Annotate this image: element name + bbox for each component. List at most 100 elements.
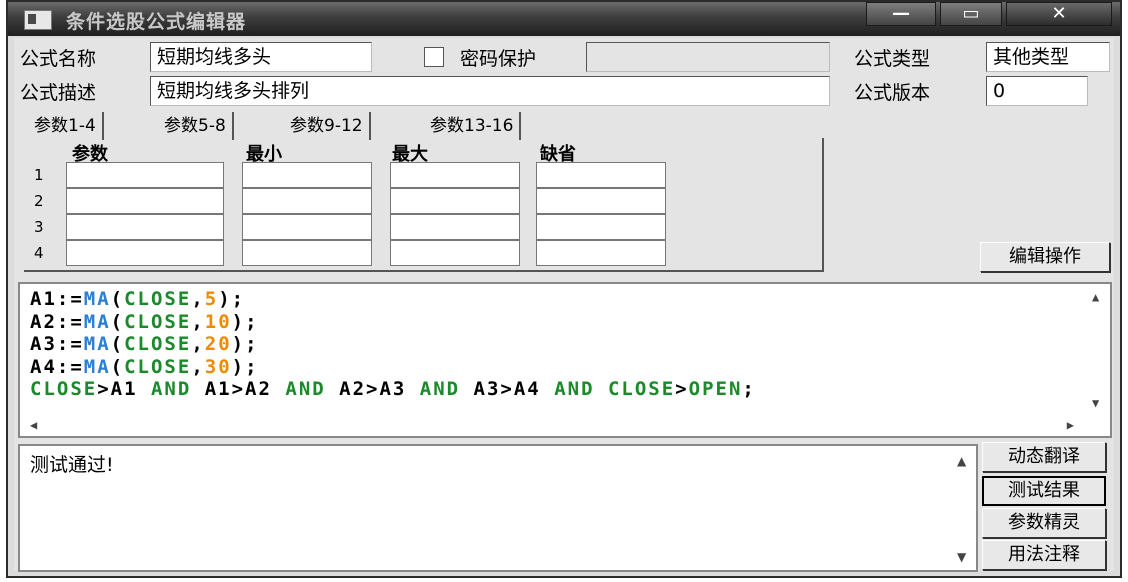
editor-horizontal-scrollbar[interactable]: ◀ ▶ bbox=[20, 414, 1084, 436]
tab-params-5-8[interactable]: 参数5-8 bbox=[158, 112, 234, 140]
minimize-button[interactable]: — bbox=[866, 2, 936, 26]
code-line[interactable]: A2:=MA(CLOSE,10); bbox=[30, 311, 756, 334]
code-token-keyword: CLOSE bbox=[124, 288, 192, 310]
formula-desc-label: 公式描述 bbox=[20, 82, 97, 104]
code-token-default: ); bbox=[231, 333, 259, 355]
test-result-button[interactable]: 测试结果 bbox=[982, 476, 1106, 506]
param-name-cell-4[interactable] bbox=[66, 240, 224, 266]
code-token-default: > bbox=[675, 378, 689, 400]
param-default-cell-1[interactable] bbox=[536, 162, 666, 188]
password-protect-checkbox[interactable] bbox=[424, 47, 444, 67]
password-protect-label: 密码保护 bbox=[460, 48, 537, 70]
code-token-function: MA bbox=[83, 355, 111, 378]
code-token-default: A1>A2 bbox=[191, 378, 286, 400]
editor-vertical-scrollbar[interactable]: ▲ ▼ bbox=[1084, 284, 1110, 414]
code-token-default: ); bbox=[231, 310, 259, 333]
window-title: 条件选股公式编辑器 bbox=[66, 11, 247, 33]
dynamic-translate-button[interactable]: 动态翻译 bbox=[982, 442, 1106, 472]
code-token-number: 10 bbox=[204, 310, 232, 333]
code-token-number: 30 bbox=[204, 355, 232, 378]
code-token-keyword: AND bbox=[554, 378, 595, 400]
code-token-keyword: AND bbox=[150, 378, 192, 400]
code-token-default: , bbox=[191, 288, 205, 310]
tab-params-1-4[interactable]: 参数1-4 bbox=[28, 112, 104, 140]
code-line[interactable]: CLOSE>A1 AND A1>A2 AND A2>A3 AND A3>A4 A… bbox=[30, 378, 756, 401]
code-token-keyword: CLOSE bbox=[124, 310, 192, 333]
code-token-default: ; bbox=[742, 378, 756, 400]
code-text[interactable]: A1:=MA(CLOSE,5); A2:=MA(CLOSE,10); A3:=MA(… bbox=[30, 288, 756, 401]
code-token-default: A2>A3 bbox=[325, 378, 420, 400]
code-token-default: ); bbox=[231, 355, 259, 378]
row-number: 4 bbox=[34, 244, 44, 262]
scroll-right-icon[interactable]: ▶ bbox=[1067, 418, 1074, 432]
code-line[interactable]: A4:=MA(CLOSE,30); bbox=[30, 356, 756, 379]
formula-code-editor[interactable]: A1:=MA(CLOSE,5); A2:=MA(CLOSE,10); A3:=MA(… bbox=[18, 282, 1112, 438]
param-name-cell-1[interactable] bbox=[66, 162, 224, 188]
param-name-cell-2[interactable] bbox=[66, 188, 224, 214]
param-name-cell-3[interactable] bbox=[66, 214, 224, 240]
param-default-cell-3[interactable] bbox=[536, 214, 666, 240]
code-token-keyword: CLOSE bbox=[30, 378, 98, 400]
param-max-cell-4[interactable] bbox=[390, 240, 520, 266]
code-line[interactable]: A3:=MA(CLOSE,20); bbox=[30, 333, 756, 356]
code-token-default: ( bbox=[110, 288, 125, 310]
close-button[interactable]: ✕ bbox=[1006, 2, 1112, 26]
formula-type-label: 公式类型 bbox=[854, 48, 931, 70]
param-default-cell-4[interactable] bbox=[536, 240, 666, 266]
param-max-cell-1[interactable] bbox=[390, 162, 520, 188]
usage-notes-button[interactable]: 用法注释 bbox=[982, 540, 1106, 570]
row-number: 1 bbox=[34, 166, 44, 184]
formula-type-select[interactable]: 其他类型 bbox=[986, 42, 1110, 72]
tab-params-13-16[interactable]: 参数13-16 bbox=[424, 112, 522, 140]
scroll-up-icon[interactable]: ▲ bbox=[957, 454, 966, 468]
row-number: 3 bbox=[34, 218, 44, 236]
code-token-function: MA bbox=[83, 333, 111, 355]
test-output-box[interactable]: 测试通过! ▲ ▼ bbox=[18, 444, 978, 572]
code-token-keyword: CLOSE bbox=[124, 355, 192, 378]
edit-ops-button[interactable]: 编辑操作 bbox=[980, 242, 1110, 272]
output-vertical-scrollbar[interactable]: ▲ ▼ bbox=[948, 446, 976, 570]
code-token-default: A4:= bbox=[30, 355, 84, 378]
code-token-default: ( bbox=[110, 355, 125, 378]
scroll-left-icon[interactable]: ◀ bbox=[30, 418, 37, 432]
formula-name-input[interactable]: 短期均线多头 bbox=[150, 42, 372, 72]
scroll-down-icon[interactable]: ▼ bbox=[1092, 396, 1099, 410]
password-input[interactable] bbox=[586, 42, 830, 72]
output-text: 测试通过! bbox=[30, 454, 114, 476]
param-min-cell-1[interactable] bbox=[242, 162, 372, 188]
code-token-keyword: CLOSE bbox=[607, 378, 676, 400]
maximize-button[interactable]: ▭ bbox=[940, 2, 1002, 26]
formula-editor-window: 条件选股公式编辑器 — ▭ ✕ 公式名称 短期均线多头 密码保护 公式类型 其他… bbox=[6, 0, 1122, 578]
code-token-default: , bbox=[191, 333, 205, 355]
scroll-down-icon[interactable]: ▼ bbox=[957, 550, 966, 564]
formula-name-label: 公式名称 bbox=[20, 48, 97, 70]
row-number: 2 bbox=[34, 192, 44, 210]
code-token-number: 20 bbox=[204, 333, 232, 355]
code-token-default: A1:= bbox=[30, 288, 84, 310]
code-token-default: , bbox=[191, 310, 205, 333]
code-token-default: ( bbox=[110, 333, 125, 355]
param-max-cell-3[interactable] bbox=[390, 214, 520, 240]
param-default-cell-2[interactable] bbox=[536, 188, 666, 214]
tab-params-9-12[interactable]: 参数9-12 bbox=[284, 112, 371, 140]
formula-desc-input[interactable]: 短期均线多头排列 bbox=[150, 76, 830, 106]
formula-version-label: 公式版本 bbox=[854, 82, 931, 104]
code-line[interactable]: A1:=MA(CLOSE,5); bbox=[30, 288, 756, 311]
title-bar[interactable]: 条件选股公式编辑器 — ▭ ✕ bbox=[8, 2, 1120, 36]
code-token-default: A3>A4 bbox=[460, 378, 555, 400]
code-token-function: MA bbox=[83, 288, 111, 310]
param-grid: 参数 最小 最大 缺省 1 2 3 4 bbox=[24, 138, 824, 272]
param-min-cell-2[interactable] bbox=[242, 188, 372, 214]
scroll-up-icon[interactable]: ▲ bbox=[1092, 290, 1099, 304]
param-max-cell-2[interactable] bbox=[390, 188, 520, 214]
code-token-keyword: AND bbox=[285, 378, 326, 400]
code-token-default: >A1 bbox=[97, 378, 151, 400]
param-min-cell-3[interactable] bbox=[242, 214, 372, 240]
code-token-default: A3:= bbox=[30, 333, 84, 355]
code-token-default bbox=[595, 378, 608, 400]
code-token-default: ); bbox=[218, 288, 246, 310]
param-wizard-button[interactable]: 参数精灵 bbox=[982, 508, 1106, 538]
param-min-cell-4[interactable] bbox=[242, 240, 372, 266]
formula-version-input[interactable]: 0 bbox=[986, 76, 1088, 106]
code-token-keyword: AND bbox=[419, 378, 461, 400]
